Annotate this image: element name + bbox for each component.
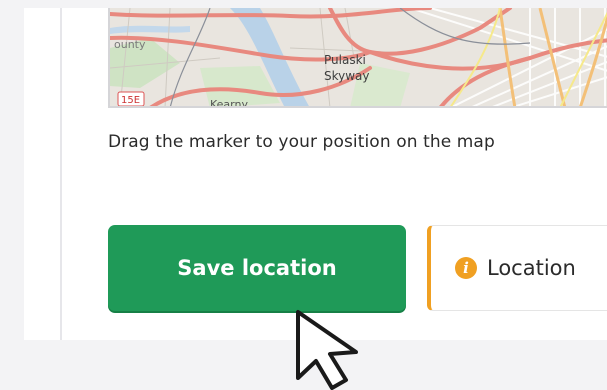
location-status-alert: i Location [427,225,607,311]
map-label-pulaski: Pulaski [324,53,366,67]
info-icon: i [455,257,477,279]
card-divider [60,8,62,340]
map-instruction-text: Drag the marker to your position on the … [108,132,495,152]
location-map[interactable]: ounty Pulaski Skyway 15E Kearny [108,8,607,108]
save-location-button[interactable]: Save location [108,225,406,311]
map-label-place: ounty [114,38,146,51]
location-card: ounty Pulaski Skyway 15E Kearny Drag the… [24,8,607,340]
location-status-label: Location [487,256,576,280]
map-route-shield: 15E [121,95,140,106]
map-label-kearny: Kearny [210,98,248,108]
save-location-label: Save location [177,256,337,280]
pointer-arrow-icon [296,310,358,390]
map-label-skyway: Skyway [324,69,370,83]
map-tiles: ounty Pulaski Skyway 15E Kearny [110,8,607,108]
